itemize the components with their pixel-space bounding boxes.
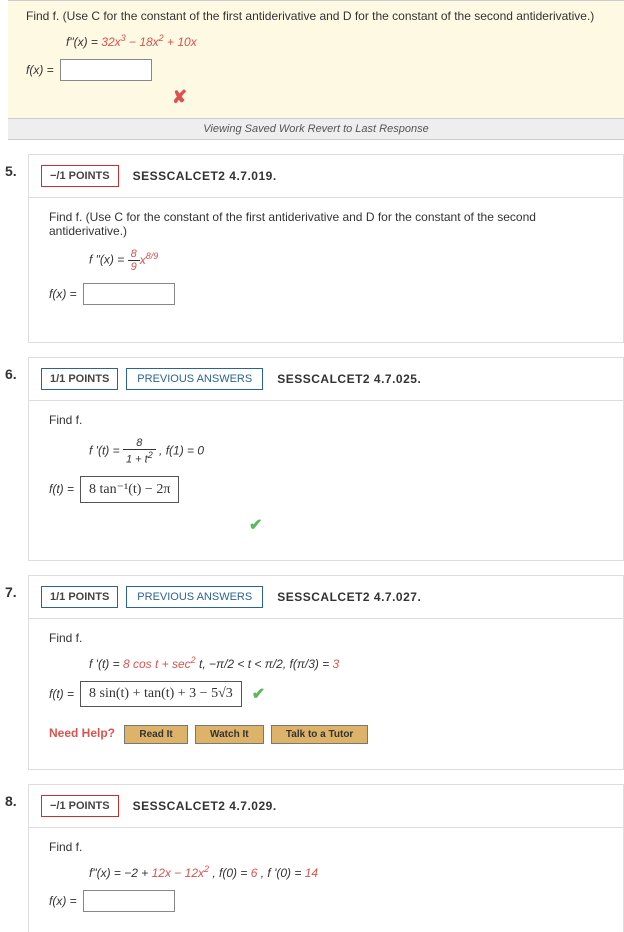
question-number: 6. <box>5 366 17 382</box>
need-help-label: Need Help? <box>49 726 115 740</box>
question-number: 8. <box>5 793 17 809</box>
answer-input[interactable] <box>83 283 175 305</box>
prompt: Find f. <box>49 631 603 645</box>
answer-row: f(x) = <box>26 59 606 81</box>
answer-input[interactable]: 8 tan⁻¹(t) − 2π <box>80 476 179 503</box>
answer-row: f(t) = 8 sin(t) + tan(t) + 3 − 5√3 ✔ <box>49 681 603 707</box>
correct-icon: ✔ <box>249 517 262 534</box>
prompt: Find f. <box>49 413 603 427</box>
points-box[interactable]: 1/1 POINTS <box>41 586 118 608</box>
prompt: Find f. <box>49 840 603 854</box>
read-it-button[interactable]: Read It <box>124 725 187 744</box>
points-box[interactable]: 1/1 POINTS <box>41 368 118 390</box>
formula: f"(x) = 32x3 − 18x2 + 10x <box>66 33 606 49</box>
question-number: 7. <box>5 584 17 600</box>
answer-label: f(x) = <box>26 63 54 77</box>
question-body: Find f. (Use C for the constant of the f… <box>29 197 623 342</box>
question-5: 5. −/1 POINTS SESSCALCET2 4.7.019. Find … <box>28 154 624 343</box>
question-body: Find f. f '(t) = 8 1 + t2 , f(1) = 0 f(t… <box>29 400 623 560</box>
question-header: −/1 POINTS SESSCALCET2 4.7.029. <box>29 785 623 827</box>
question-header: 1/1 POINTS PREVIOUS ANSWERS SESSCALCET2 … <box>29 358 623 400</box>
question-4-partial: Find f. (Use C for the constant of the f… <box>8 0 624 140</box>
answer-label: f(t) = <box>49 687 74 701</box>
answer-input[interactable] <box>83 890 175 912</box>
prompt: Find f. (Use C for the constant of the f… <box>26 9 606 23</box>
formula: f"(x) = −2 + 12x − 12x2 , f(0) = 6 , f '… <box>89 864 603 880</box>
problem-code: SESSCALCET2 4.7.027. <box>277 590 421 604</box>
answer-row: f(x) = <box>49 890 603 912</box>
answer-input[interactable]: 8 sin(t) + tan(t) + 3 − 5√3 <box>80 681 242 707</box>
points-box[interactable]: −/1 POINTS <box>41 795 119 817</box>
question-header: 1/1 POINTS PREVIOUS ANSWERS SESSCALCET2 … <box>29 576 623 618</box>
talk-to-tutor-button[interactable]: Talk to a Tutor <box>271 725 368 744</box>
prompt-text: Find f. (Use C for the constant of the f… <box>26 9 594 23</box>
correct-icon: ✔ <box>252 684 265 704</box>
question-number: 5. <box>5 163 17 179</box>
answer-row: f(t) = 8 tan⁻¹(t) − 2π <box>49 476 603 503</box>
question-body: Find f. f '(t) = 8 cos t + sec2 t, −π/2 … <box>29 618 623 769</box>
need-help-row: Need Help? Read It Watch It Talk to a Tu… <box>49 725 603 744</box>
question-8: 8. −/1 POINTS SESSCALCET2 4.7.029. Find … <box>28 784 624 932</box>
previous-answers-button[interactable]: PREVIOUS ANSWERS <box>126 586 263 608</box>
formula: f "(x) = 8 9 x8/9 <box>89 248 603 273</box>
answer-row: f(x) = <box>49 283 603 305</box>
answer-label: f(x) = <box>49 287 77 301</box>
formula: f '(t) = 8 1 + t2 , f(1) = 0 <box>89 437 603 466</box>
problem-code: SESSCALCET2 4.7.025. <box>277 372 421 386</box>
question-header: −/1 POINTS SESSCALCET2 4.7.019. <box>29 155 623 197</box>
points-box[interactable]: −/1 POINTS <box>41 165 119 187</box>
previous-answers-button[interactable]: PREVIOUS ANSWERS <box>126 368 263 390</box>
answer-input[interactable] <box>60 59 152 81</box>
question-body: Find f. f"(x) = −2 + 12x − 12x2 , f(0) =… <box>29 827 623 932</box>
problem-code: SESSCALCET2 4.7.029. <box>133 799 277 813</box>
problem-code: SESSCALCET2 4.7.019. <box>133 169 277 183</box>
formula: f '(t) = 8 cos t + sec2 t, −π/2 < t < π/… <box>89 655 603 671</box>
watch-it-button[interactable]: Watch It <box>195 725 264 744</box>
question-6: 6. 1/1 POINTS PREVIOUS ANSWERS SESSCALCE… <box>28 357 624 561</box>
prompt: Find f. (Use C for the constant of the f… <box>49 210 603 238</box>
answer-label: f(t) = <box>49 482 74 496</box>
question-7: 7. 1/1 POINTS PREVIOUS ANSWERS SESSCALCE… <box>28 575 624 770</box>
incorrect-icon: ✘ <box>172 87 187 107</box>
viewing-saved-work[interactable]: Viewing Saved Work Revert to Last Respon… <box>8 118 624 139</box>
answer-label: f(x) = <box>49 894 77 908</box>
